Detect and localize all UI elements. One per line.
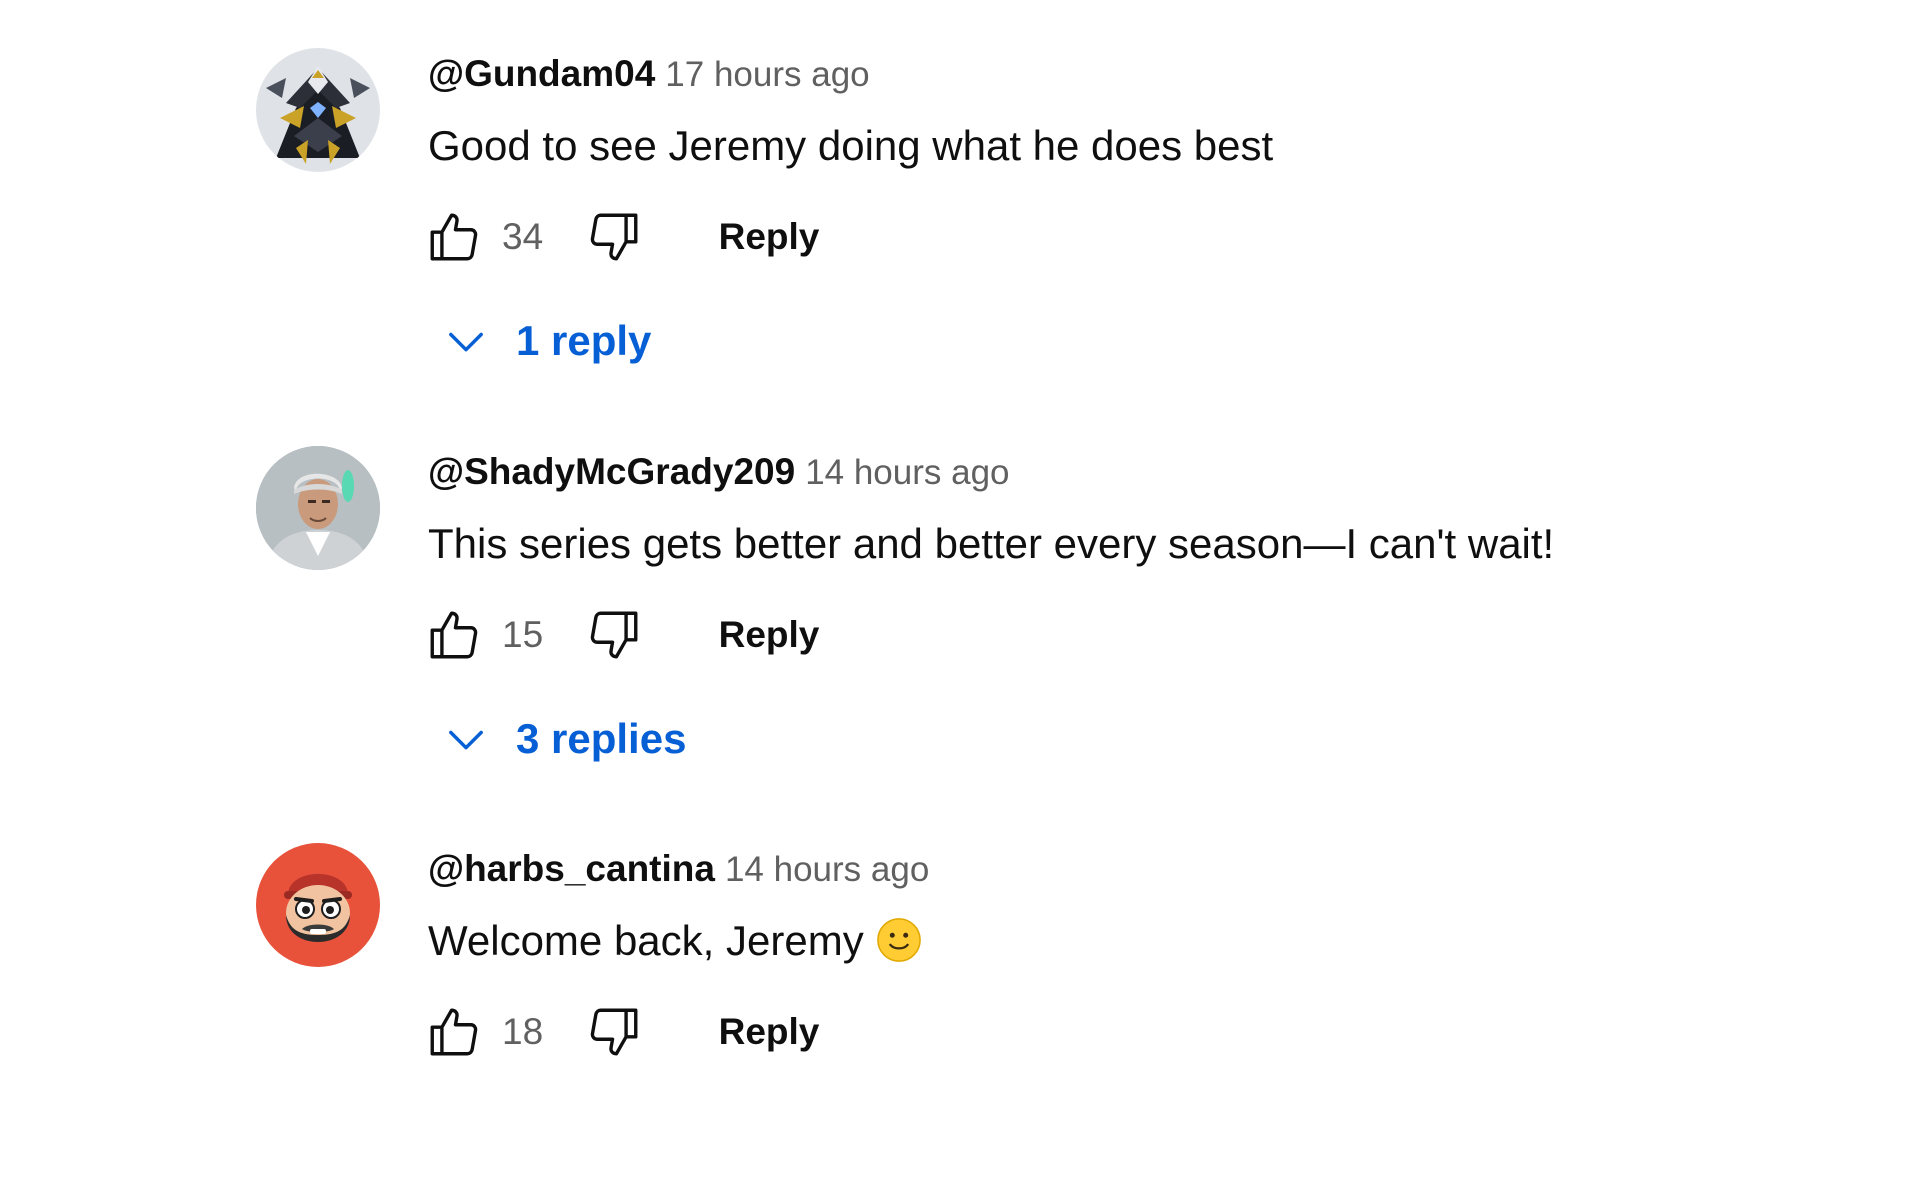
avatar[interactable] — [256, 48, 380, 172]
avatar[interactable] — [256, 446, 380, 570]
like-button[interactable] — [418, 600, 490, 670]
dislike-button[interactable] — [578, 600, 650, 670]
comment-header: @ShadyMcGrady209 14 hours ago — [428, 446, 1010, 498]
avatar[interactable] — [256, 843, 380, 967]
like-count: 15 — [502, 614, 544, 655]
comment-text: This series gets better and better every… — [428, 520, 1555, 567]
comment-author[interactable]: @Gundam04 — [428, 53, 655, 94]
dislike-button[interactable] — [578, 997, 650, 1067]
cartoon-bearded-man-icon — [256, 843, 380, 967]
person-photo-icon — [256, 446, 380, 570]
comment-timestamp[interactable]: 14 hours ago — [805, 453, 1009, 492]
like-count: 18 — [502, 1011, 544, 1052]
thumbs-up-icon — [430, 611, 478, 659]
thumbs-down-icon — [590, 1008, 638, 1056]
comment-thread: @Gundam04 17 hours ago Good to see Jeremy… — [256, 48, 1756, 408]
replies-count-label: 1 reply — [516, 317, 652, 364]
chevron-down-icon — [449, 332, 483, 352]
comment-thread: @ShadyMcGrady209 14 hours ago This series… — [256, 446, 1756, 806]
comment-timestamp[interactable]: 14 hours ago — [725, 850, 929, 889]
reply-button[interactable]: Reply — [694, 997, 844, 1067]
chevron-down-icon — [449, 730, 483, 750]
slightly-smiling-face-icon — [876, 917, 922, 975]
like-button[interactable] — [418, 997, 490, 1067]
comment-author[interactable]: @harbs_cantina — [428, 848, 715, 889]
view-replies-button[interactable]: 1 reply — [428, 306, 651, 376]
robot-mecha-icon — [256, 48, 380, 172]
comment-text: Welcome back, Jeremy — [428, 915, 922, 975]
comment-header: @harbs_cantina 14 hours ago — [428, 843, 929, 895]
thumbs-up-icon — [430, 213, 478, 261]
comments-section: @Gundam04 17 hours ago Good to see Jeremy… — [0, 0, 1920, 1080]
dislike-button[interactable] — [578, 202, 650, 272]
comment-text-content: Welcome back, Jeremy — [428, 917, 864, 964]
comment-timestamp[interactable]: 17 hours ago — [665, 55, 869, 94]
comment-author[interactable]: @ShadyMcGrady209 — [428, 451, 795, 492]
reply-button[interactable]: Reply — [694, 202, 844, 272]
thumbs-down-icon — [590, 213, 638, 261]
comment-text: Good to see Jeremy doing what he does be… — [428, 122, 1274, 169]
comment-header: @Gundam04 17 hours ago — [428, 48, 870, 100]
view-replies-button[interactable]: 3 replies — [428, 704, 686, 774]
like-count: 34 — [502, 216, 544, 257]
thumbs-down-icon — [590, 611, 638, 659]
reply-button[interactable]: Reply — [694, 600, 844, 670]
replies-count-label: 3 replies — [516, 715, 687, 762]
like-button[interactable] — [418, 202, 490, 272]
thumbs-up-icon — [430, 1008, 478, 1056]
comment-thread: @harbs_cantina 14 hours ago Welcome back,… — [256, 843, 1756, 1203]
